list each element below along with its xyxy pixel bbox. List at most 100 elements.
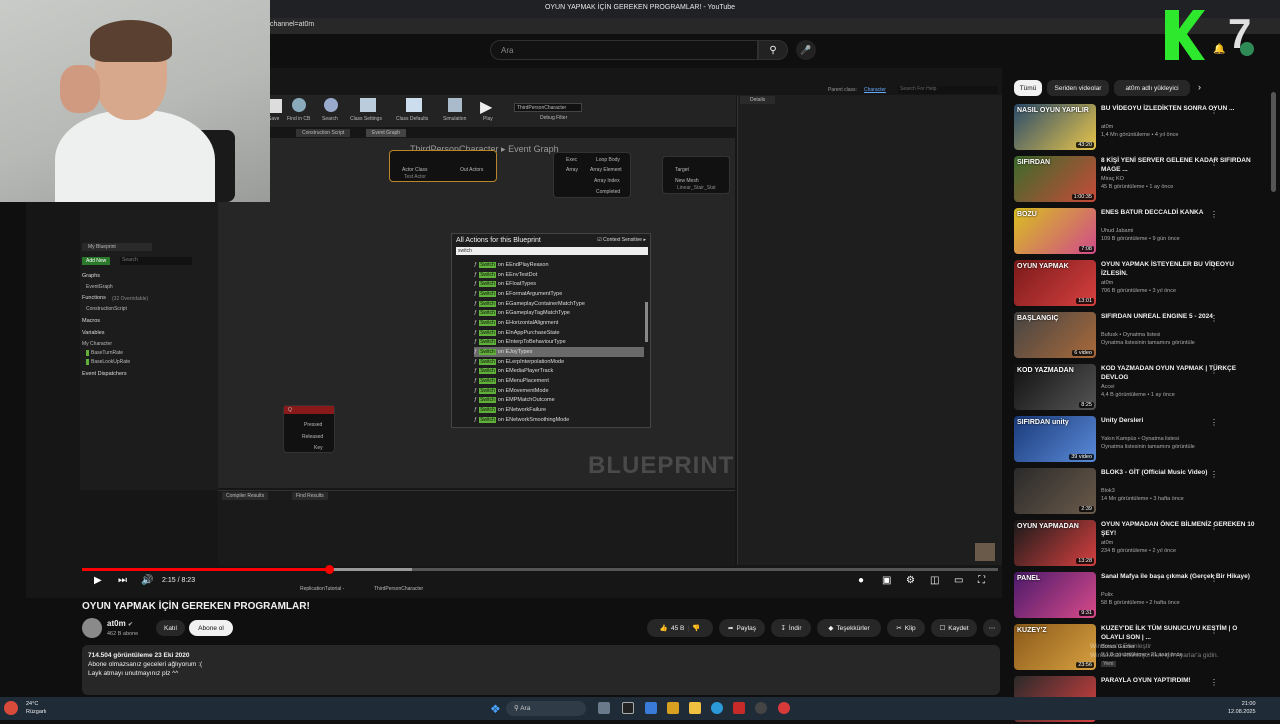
search-button[interactable]: ⚲ (758, 40, 788, 60)
video-thumbnail[interactable]: KUZEY'Z 23:56 (1014, 624, 1096, 670)
more-options-icon[interactable]: ⋮ (1210, 470, 1218, 479)
tab-compiler-results[interactable]: Compiler Results (222, 492, 269, 500)
graph-event-graph[interactable]: EventGraph (86, 284, 113, 290)
chrome-icon[interactable] (711, 702, 723, 714)
related-video-title[interactable]: OYUN YAPMAK İSTEYENLER BU VİDEOYU İZLESİ… (1101, 260, 1261, 278)
category-my-character[interactable]: My Character (82, 341, 112, 347)
related-video-title[interactable]: BLOK3 - GİT (Official Music Video) (1101, 468, 1261, 477)
play-pause-icon[interactable]: ▶ (94, 575, 102, 586)
action-item[interactable]: ƒ Switch on EGameplayTagMatchType (474, 308, 644, 318)
video-thumbnail[interactable]: BAŞLANGIÇ 6 video (1014, 312, 1096, 358)
chip-all[interactable]: Tümü (1014, 80, 1042, 96)
related-video-channel[interactable]: Blok3 (1101, 488, 1115, 494)
action-item[interactable]: ƒ Switch on ELerpInterpolationMode (474, 357, 644, 367)
action-item[interactable]: ƒ Switch on ENetworkSmoothingMode (474, 415, 644, 425)
related-video-item[interactable]: SIFIRDAN unity 39 video Unity Dersleri Yakı… (1014, 416, 1274, 464)
section-macros[interactable]: Macros (82, 318, 100, 324)
action-item[interactable]: ƒ Switch on EFormatArgumentType (474, 289, 644, 299)
voice-search-button[interactable]: 🎤 (796, 40, 816, 60)
fullscreen-icon[interactable]: ⛶ (978, 575, 985, 586)
related-video-title[interactable]: OYUN YAPMADAN ÖNCE BİLMENİZ GEREKEN 10 Ş… (1101, 520, 1261, 538)
taskbar-app-icon-1[interactable] (598, 702, 610, 714)
copilot-icon[interactable] (645, 702, 657, 714)
more-options-icon[interactable]: ⋮ (1210, 626, 1218, 635)
all-actions-popup[interactable]: All Actions for this Blueprint ☑ Context… (451, 233, 651, 428)
related-video-title[interactable]: ENES BATUR DECCALDİ KANKA (1101, 208, 1261, 217)
key-q-event-node[interactable]: Q Pressed Released Key (283, 405, 335, 453)
volume-icon[interactable]: 🔊 (141, 575, 153, 586)
related-video-title[interactable]: Unity Dersleri (1101, 416, 1261, 425)
save-icon[interactable] (268, 99, 282, 113)
actions-scrollbar[interactable] (645, 302, 648, 342)
variable-base-turn-rate[interactable]: BaseTurnRate (86, 350, 123, 356)
section-functions[interactable]: Functions (82, 295, 106, 301)
tab-find-results[interactable]: Find Results (292, 492, 328, 500)
action-item[interactable]: ƒ Switch on EHorizontalAlignment (474, 318, 644, 328)
edge-icon[interactable] (667, 702, 679, 714)
description-box[interactable]: 714.504 görüntüleme 23 Eki 2020 Abone ol… (82, 645, 1000, 695)
action-item[interactable]: ƒ Switch on EGameplayContainerMatchType (474, 299, 644, 309)
action-item[interactable]: ƒ Switch on EInAppPurchaseState (474, 328, 644, 338)
related-video-channel[interactable]: Bufusk • Oynatma listesi (1101, 332, 1160, 338)
for-each-loop-node[interactable]: Exec Loop Body Array Array Element Array… (553, 152, 631, 198)
related-video-title[interactable]: SIFIRDAN UNREAL ENGINE 5 - 2024 (1101, 312, 1261, 321)
related-video-item[interactable]: NASIL OYUN YAPILIR 43:20 BU VİDEOYU İZLEDİ… (1014, 104, 1274, 152)
get-all-actors-node[interactable]: Actor Class Test Actor Out Actors (389, 150, 497, 182)
taskbar-clock[interactable]: 21:00 12.08.2025 (1228, 700, 1256, 716)
sidebar-scrollbar[interactable] (1271, 92, 1276, 192)
action-item[interactable]: ƒ Switch on EMovementMode (474, 386, 644, 396)
action-item[interactable]: ƒ Switch on EEndPlayReason (474, 260, 644, 270)
related-video-channel[interactable]: at0m (1101, 540, 1113, 546)
my-blueprint-tab[interactable]: My Blueprint (82, 243, 152, 251)
action-item[interactable]: ƒ Switch on EFloatTypes (474, 279, 644, 289)
section-event-dispatchers[interactable]: Event Dispatchers (82, 371, 127, 377)
subscribe-button[interactable]: Abone ol (189, 620, 233, 636)
settings-icon[interactable]: ⚙ (906, 575, 915, 586)
toolbar-find-in-cb[interactable]: Find in CB (287, 116, 310, 122)
taskbar-app-icon-9[interactable] (778, 702, 790, 714)
related-video-channel[interactable]: Uhud Jabami (1101, 228, 1133, 234)
action-item[interactable]: ƒ Switch on EMPMatchOutcome (474, 396, 644, 406)
download-button[interactable]: ↧ İndir (771, 619, 811, 637)
more-options-icon[interactable]: ⋮ (1210, 366, 1218, 375)
theater-mode-icon[interactable]: ▭ (954, 575, 963, 586)
like-dislike-button[interactable]: 👍 45 B | 👎 (647, 619, 713, 637)
more-options-icon[interactable]: ⋮ (1210, 522, 1218, 531)
weather-widget[interactable]: 24°C Rüzgarlı (26, 700, 46, 716)
parent-class-link[interactable]: Character (864, 87, 886, 93)
action-item[interactable]: ƒ Switch on EMediaPlayerTrack (474, 367, 644, 377)
action-item[interactable]: ƒ Switch on EMenuPlacement (474, 376, 644, 386)
chip-series[interactable]: Seriden videolar (1047, 80, 1109, 96)
video-thumbnail[interactable]: KOD YAZMADAN 8:25 (1014, 364, 1096, 410)
help-search-input[interactable]: Search For Help (898, 86, 998, 94)
more-options-icon[interactable]: ⋮ (1210, 106, 1218, 115)
details-tab[interactable]: Details (740, 96, 776, 104)
taskbar-app-icon-8[interactable] (755, 702, 767, 714)
channel-name[interactable]: at0m ✔ (107, 619, 133, 628)
chevron-right-icon[interactable]: › (1198, 82, 1201, 92)
related-video-item[interactable]: PANEL 9:31 Sanal Mafya ile başa çıkmak (Ge… (1014, 572, 1274, 620)
weather-icon[interactable] (4, 701, 18, 715)
next-icon[interactable]: ⏭ (118, 575, 127, 586)
tab-event-graph[interactable]: Event Graph (366, 129, 407, 137)
avatar[interactable] (1240, 42, 1254, 56)
action-item[interactable]: ƒ Switch on EJoyTypes (474, 347, 644, 357)
video-thumbnail[interactable]: SIFIRDAN unity 39 video (1014, 416, 1096, 462)
function-construction-script[interactable]: ConstructionScript (86, 306, 127, 312)
related-video-item[interactable]: KOD YAZMADAN 8:25 KOD YAZMADAN OYUN YAPMAK… (1014, 364, 1274, 412)
related-video-channel[interactable]: Pulix (1101, 592, 1113, 598)
toolbar-class-settings[interactable]: Class Settings (350, 116, 382, 122)
add-new-button[interactable]: Add New (82, 257, 111, 265)
more-options-icon[interactable]: ⋮ (1210, 574, 1218, 583)
windows-start-icon[interactable]: ❖ (490, 702, 501, 716)
search-input[interactable]: Ara (490, 40, 758, 60)
clip-button[interactable]: ✂ Klip (887, 619, 925, 637)
thanks-button[interactable]: ◆ Teşekkürler (817, 619, 881, 637)
task-view-icon[interactable] (622, 702, 634, 714)
tab-construction-script[interactable]: Construction Script (296, 129, 351, 137)
share-button[interactable]: ➦ Paylaş (719, 619, 765, 637)
related-video-item[interactable]: OYUN YAPMADAN 13:28 OYUN YAPMADAN ÖNCE BİL… (1014, 520, 1274, 568)
context-sensitive-checkbox[interactable]: ☑ Context Sensitive ▸ (597, 237, 646, 243)
related-video-channel[interactable]: at0m (1101, 280, 1113, 286)
related-video-title[interactable]: PARAYLA OYUN YAPTIRDIM! (1101, 676, 1261, 685)
